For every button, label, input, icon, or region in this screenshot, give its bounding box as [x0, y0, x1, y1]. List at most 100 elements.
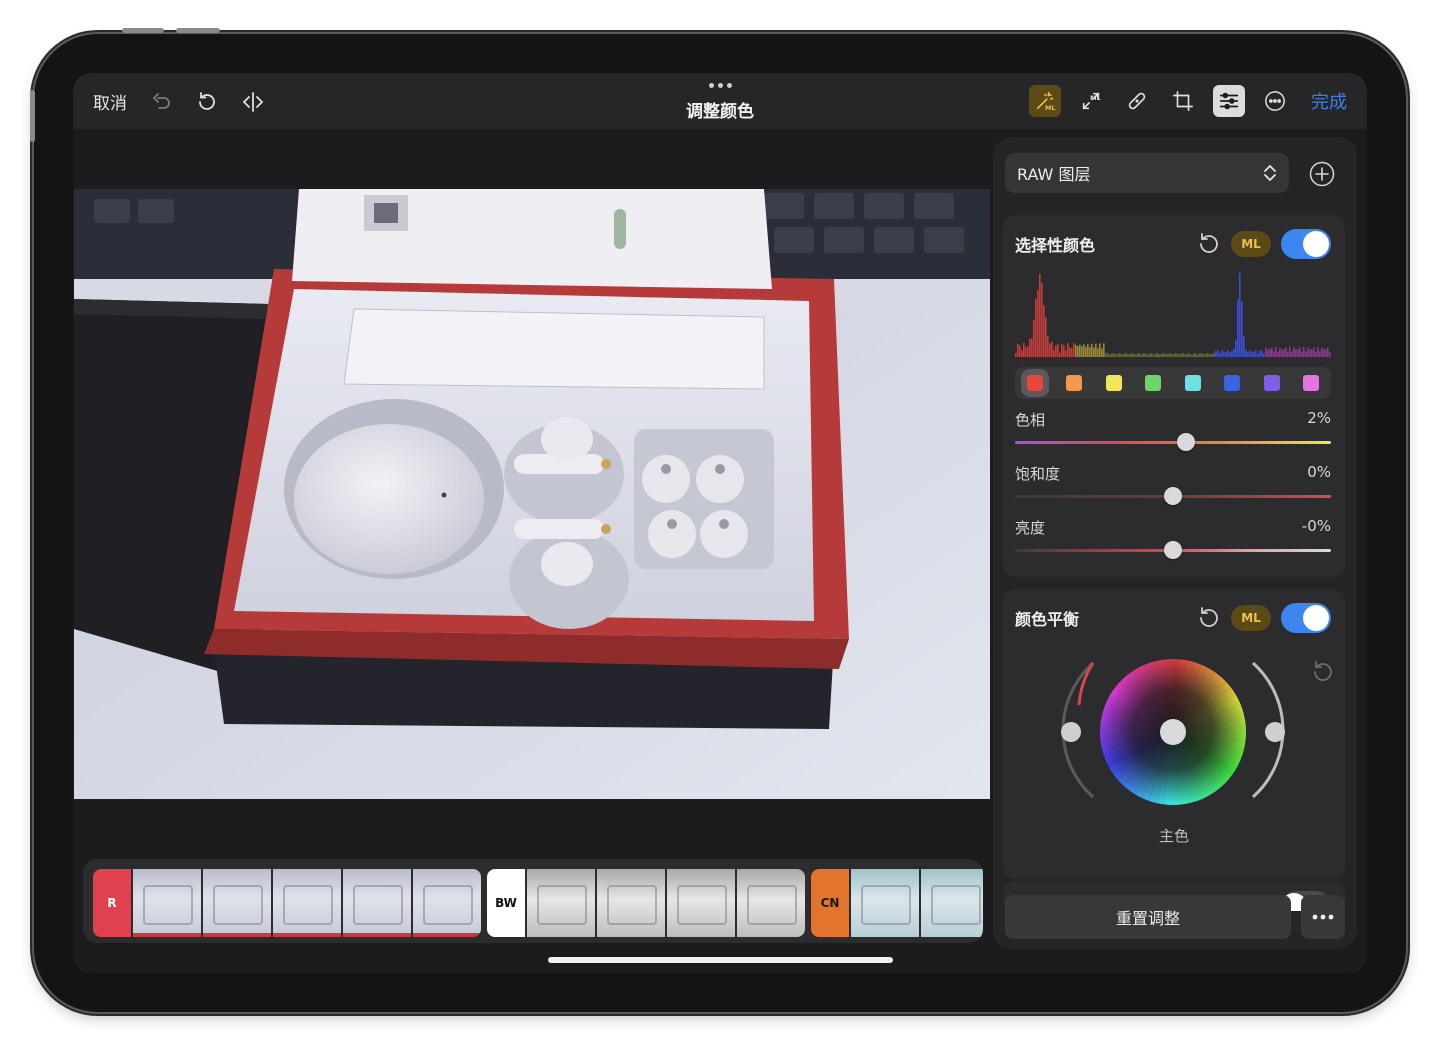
filter-group-label[interactable]: BW [487, 869, 525, 937]
color-balance-toggle[interactable] [1281, 603, 1331, 633]
selective-color-toggle[interactable] [1281, 229, 1331, 259]
histogram-bar [1041, 282, 1043, 357]
slider-knob[interactable] [1176, 433, 1195, 451]
color-swatch[interactable] [1066, 375, 1083, 391]
layer-selector[interactable]: RAW 图层 [1005, 153, 1289, 193]
add-layer-icon[interactable] [1309, 161, 1335, 187]
slider-value: -0% [1301, 517, 1331, 535]
histogram-bar [1323, 348, 1325, 357]
histogram-bar [1097, 348, 1099, 357]
color-wheel[interactable] [1053, 645, 1293, 815]
histogram-bar [1181, 353, 1183, 357]
histogram-bar [1159, 354, 1161, 357]
sliders-icon[interactable] [1213, 85, 1245, 117]
filter-group-label[interactable]: CN [811, 869, 849, 937]
ml-button[interactable]: ML [1231, 605, 1271, 631]
bandage-icon[interactable] [1121, 85, 1153, 117]
histogram-bar [1161, 353, 1163, 357]
filter-thumbnail[interactable] [413, 869, 481, 937]
histogram-bar [1035, 298, 1037, 357]
slider-knob[interactable] [1164, 541, 1182, 559]
histogram-bar [1297, 349, 1299, 357]
color-swatch[interactable] [1184, 375, 1201, 391]
more-options-button[interactable] [1301, 895, 1345, 939]
histogram-bar [1109, 354, 1111, 357]
filter-thumbnail[interactable] [851, 869, 919, 937]
histogram-bar [1205, 353, 1207, 357]
histogram-bar [1185, 354, 1187, 357]
histogram-bar [1051, 341, 1053, 357]
color-swatch[interactable] [1020, 369, 1049, 397]
color-swatch[interactable] [1263, 375, 1280, 391]
color-swatch[interactable] [1224, 375, 1241, 391]
histogram-bar [1199, 353, 1201, 357]
wheel-reset-icon[interactable] [1309, 659, 1335, 685]
more-circle-icon[interactable] [1259, 85, 1291, 117]
filter-group-label[interactable]: R [93, 869, 131, 937]
histogram-bar [1265, 347, 1267, 357]
filter-thumbnail[interactable] [667, 869, 735, 937]
histogram-bar [1015, 353, 1017, 357]
slider-track[interactable] [1015, 441, 1331, 444]
histogram-bar [1113, 353, 1115, 357]
filter-thumbnail[interactable] [273, 869, 341, 937]
color-balance-title: 颜色平衡 [1015, 610, 1080, 629]
reset-icon[interactable] [1195, 231, 1221, 257]
crop-icon[interactable] [1167, 85, 1199, 117]
histogram-bar [1121, 354, 1123, 357]
histogram-bar [1245, 350, 1247, 357]
histogram-bar [1283, 349, 1285, 357]
histogram-bar [1173, 354, 1175, 357]
slider-knob[interactable] [1164, 487, 1182, 505]
histogram-bar [1133, 353, 1135, 357]
histogram-bar [1311, 349, 1313, 357]
filter-filmstrip[interactable]: R BW CN [83, 859, 983, 943]
filter-group: CN [811, 869, 983, 937]
color-swatch[interactable] [1105, 375, 1122, 391]
histogram-bar [1045, 317, 1047, 357]
filter-thumbnail[interactable] [343, 869, 411, 937]
histogram-bar [1193, 353, 1195, 357]
histogram-bar [1183, 353, 1185, 357]
histogram-bar [1071, 347, 1073, 357]
histogram-bar [1289, 347, 1291, 357]
histogram-bar [1243, 336, 1245, 357]
filter-thumbnail[interactable] [527, 869, 595, 937]
reset-icon[interactable] [1195, 605, 1221, 631]
histogram-bar [1139, 353, 1141, 357]
histogram-bar [1237, 299, 1239, 357]
histogram-bar [1197, 354, 1199, 357]
ml-wand-icon[interactable]: ML [1029, 85, 1061, 117]
histogram-bar [1155, 353, 1157, 357]
more-dots-icon[interactable] [709, 83, 732, 88]
histogram-bar [1211, 353, 1213, 357]
histogram-bar [1135, 354, 1137, 357]
photo-canvas[interactable] [74, 189, 990, 799]
done-button[interactable]: 完成 [1311, 88, 1347, 114]
histogram-bar [1227, 350, 1229, 357]
slider-value: 0% [1307, 463, 1331, 481]
hardware-button [30, 90, 35, 142]
layer-name: RAW 图层 [1017, 165, 1091, 184]
filter-thumbnail[interactable] [737, 869, 805, 937]
histogram-bar [1141, 354, 1143, 357]
histogram-bar [1229, 352, 1231, 357]
histogram-bar [1219, 353, 1221, 357]
filter-thumbnail[interactable] [203, 869, 271, 937]
filter-thumbnail[interactable] [921, 869, 983, 937]
histogram-bar [1307, 347, 1309, 357]
histogram-bar [1057, 343, 1059, 357]
histogram-bar [1203, 354, 1205, 357]
color-swatch[interactable] [1303, 375, 1320, 391]
reset-adjustments-button[interactable]: 重置调整 [1005, 895, 1291, 939]
filter-thumbnail[interactable] [133, 869, 201, 937]
color-swatch[interactable] [1145, 375, 1162, 391]
ellipsis-icon [1312, 914, 1334, 920]
histogram-bar [1089, 347, 1091, 357]
histogram-bar [1137, 353, 1139, 357]
histogram-bar [1217, 350, 1219, 357]
ml-button[interactable]: ML [1231, 231, 1271, 257]
histogram-bar [1325, 349, 1327, 357]
filter-thumbnail[interactable] [597, 869, 665, 937]
ml-expand-icon[interactable]: ML [1075, 85, 1107, 117]
